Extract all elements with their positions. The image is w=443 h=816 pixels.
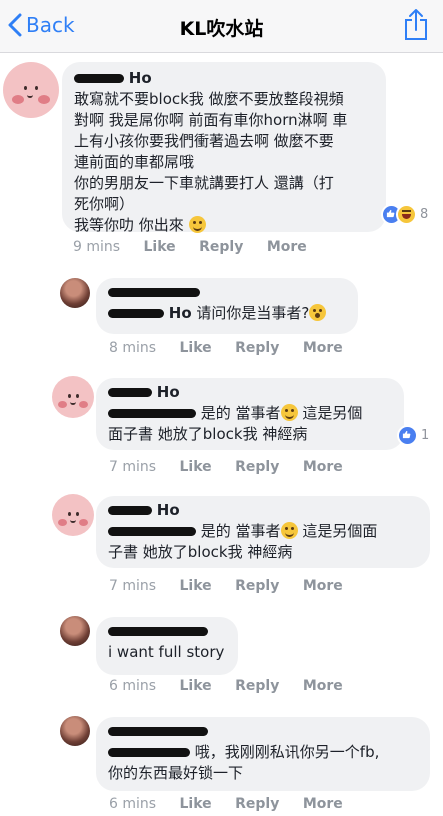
- surprised-emoji-icon: [309, 304, 327, 321]
- comment-bubble: Ho 是的 當事者 這是另個 面子書 她放了block我 神經病: [96, 378, 404, 450]
- comment-text-line: 是的 當事者: [200, 404, 281, 422]
- comment-actions: 6 mins Like Reply More: [109, 678, 362, 694]
- comment-text-line: 死你啊）: [74, 195, 135, 213]
- comment-time: 6 mins: [109, 678, 157, 694]
- comment-actions: 6 mins Like Reply More: [109, 796, 362, 812]
- comment-time: 7 mins: [109, 459, 157, 475]
- comment-text-line: 這是另個面: [297, 522, 378, 540]
- like-button[interactable]: Like: [180, 340, 212, 356]
- smile-emoji-icon: [280, 522, 298, 539]
- comment-actions: 9 mins Like Reply More: [73, 239, 326, 255]
- comment-author[interactable]: Ho: [74, 68, 374, 89]
- avatar[interactable]: [52, 494, 94, 536]
- comment-text: i want full story: [108, 643, 225, 661]
- more-button[interactable]: More: [303, 796, 343, 812]
- more-button[interactable]: More: [267, 239, 307, 255]
- comment-author[interactable]: Ho: [108, 382, 392, 403]
- smile-emoji-icon: [188, 216, 206, 233]
- page-title: KL吹水站: [179, 18, 264, 40]
- comment-bubble: 哦，我刚刚私讯你另一个fb, 你的东西最好锁一下: [96, 717, 430, 791]
- comment-author[interactable]: Ho: [108, 500, 418, 521]
- comment-text-line: 對啊 我是屌你啊 前面有車你horn淋啊 車: [74, 111, 348, 129]
- more-button[interactable]: More: [303, 459, 343, 475]
- comment-actions: 8 mins Like Reply More: [109, 340, 362, 356]
- like-button[interactable]: Like: [180, 678, 212, 694]
- comment-text-line: 這是另個: [297, 404, 363, 422]
- top-nav-bar: Back KL吹水站: [0, 0, 443, 53]
- reaction-summary[interactable]: 1: [397, 425, 429, 446]
- avatar[interactable]: [52, 376, 94, 418]
- avatar[interactable]: [3, 62, 59, 118]
- comment-text-line: 敢寫就不要block我 做麼不要放整段視頻: [74, 90, 344, 108]
- like-button[interactable]: Like: [144, 239, 176, 255]
- smile-emoji-icon: [280, 404, 298, 421]
- like-button[interactable]: Like: [180, 796, 212, 812]
- comment-text-line: 哦，我刚刚私讯你另一个fb,: [194, 743, 380, 761]
- comment-time: 9 mins: [73, 239, 121, 255]
- like-reaction-icon: [397, 425, 418, 446]
- comment-text-line: 上有小孩你要我們衝著過去啊 做麼不要: [74, 132, 334, 150]
- comment-text-line: 子書 她放了block我 神經病: [108, 543, 293, 561]
- share-icon: [405, 9, 427, 40]
- comment-bubble: i want full story: [96, 617, 238, 675]
- more-button[interactable]: More: [303, 678, 343, 694]
- comment-text-line: 是的 當事者: [200, 522, 281, 540]
- comment-bubble: Ho 是的 當事者 這是另個面 子書 她放了block我 神經病: [96, 496, 430, 568]
- reply-button[interactable]: Reply: [235, 796, 279, 812]
- comment-text-line: 你的东西最好锁一下: [108, 764, 244, 782]
- haha-reaction-icon: [396, 204, 417, 225]
- comment-time: 8 mins: [109, 340, 157, 356]
- comment-time: 7 mins: [109, 578, 157, 594]
- comment-text-line: 我等你叻 你出來: [74, 216, 184, 234]
- reply-button[interactable]: Reply: [235, 578, 279, 594]
- more-button[interactable]: More: [303, 340, 343, 356]
- reply-button[interactable]: Reply: [235, 459, 279, 475]
- comment-bubble: Ho 敢寫就不要block我 做麼不要放整段視頻 對啊 我是屌你啊 前面有車你h…: [62, 62, 386, 234]
- comment-text: 请问你是当事者?: [196, 304, 310, 322]
- share-button[interactable]: [403, 8, 429, 42]
- comment-actions: 7 mins Like Reply More: [109, 578, 362, 594]
- comment-text-line: 連前面的車都屌哦: [74, 153, 195, 171]
- like-button[interactable]: Like: [180, 459, 212, 475]
- reaction-summary[interactable]: 8: [381, 204, 428, 225]
- comment-text-line: 面子書 她放了block我 神經病: [108, 425, 308, 443]
- reaction-count: 8: [420, 207, 429, 222]
- comment-author[interactable]: [108, 282, 346, 303]
- more-button[interactable]: More: [303, 578, 343, 594]
- comment-text-line: 你的男朋友一下車就講要打人 還講（打: [74, 174, 334, 192]
- reaction-count: 1: [421, 428, 430, 443]
- comment-bubble: Ho 请问你是当事者?: [96, 278, 358, 334]
- comment-author[interactable]: [108, 621, 226, 642]
- avatar[interactable]: [60, 278, 90, 308]
- comment-time: 6 mins: [109, 796, 157, 812]
- comment-author[interactable]: [108, 721, 418, 742]
- reply-button[interactable]: Reply: [235, 340, 279, 356]
- avatar[interactable]: [60, 716, 90, 746]
- reply-button[interactable]: Reply: [235, 678, 279, 694]
- reply-button[interactable]: Reply: [199, 239, 243, 255]
- like-button[interactable]: Like: [180, 578, 212, 594]
- comment-actions: 7 mins Like Reply More: [109, 459, 362, 475]
- avatar[interactable]: [60, 616, 90, 646]
